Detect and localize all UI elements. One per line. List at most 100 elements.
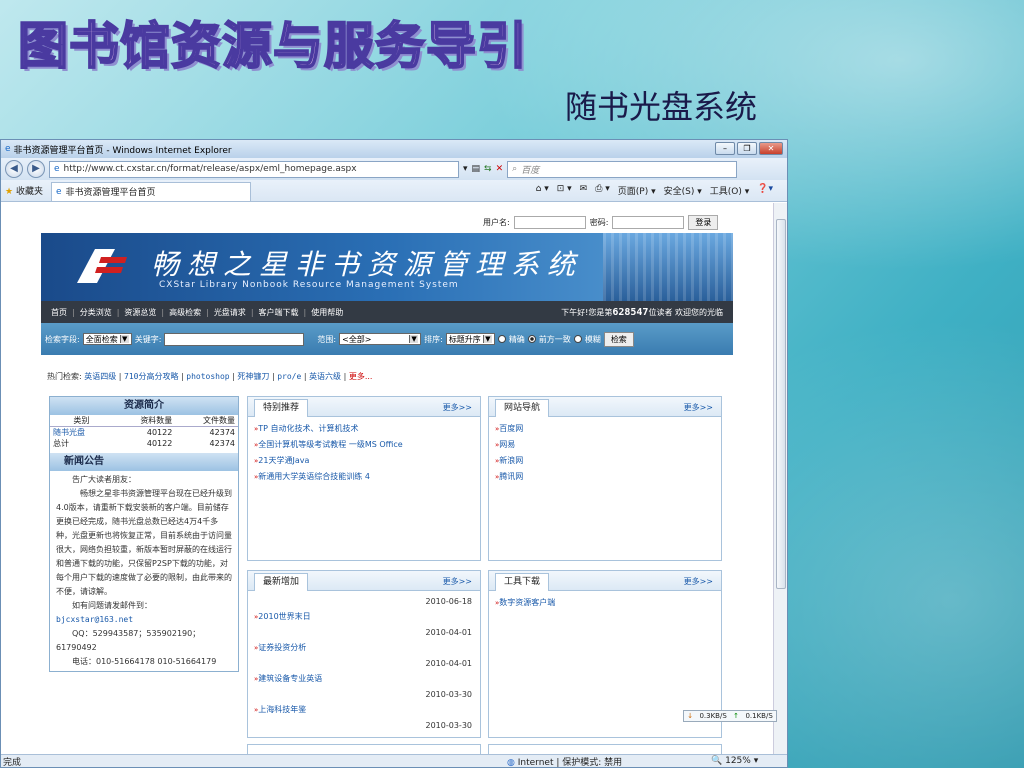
list-item[interactable]: »建筑设备专业英语 (254, 671, 472, 687)
hot-link[interactable]: 710分高分攻略 (124, 372, 178, 381)
nav-help[interactable]: 使用帮助 (311, 307, 343, 318)
list-item[interactable]: »数字资源客户端 (489, 595, 721, 611)
nav-disc-request[interactable]: 光盘请求 (214, 307, 246, 318)
news-title: 新闻公告 (50, 453, 238, 471)
chevron-down-icon: ▼ (409, 335, 419, 343)
hot-link[interactable]: 英语六级 (309, 372, 341, 381)
building-image (603, 233, 733, 301)
login-button[interactable]: 登录 (688, 215, 719, 230)
scope-select[interactable]: <全部> ▼ (339, 333, 422, 345)
browser-window: e 非书资源管理平台首页 - Windows Internet Explorer… (0, 139, 788, 768)
banner-title: 畅想之星非书资源管理系统 (151, 248, 584, 281)
field-select[interactable]: 全面检索 ▼ (82, 333, 132, 345)
table-cell[interactable]: 随书光盘 (50, 427, 113, 439)
zone-label: Internet | 保护模式: 禁用 (517, 757, 623, 768)
news-text: 畅想之星非书资源管理平台现在已经升级到4.0版本，请重新下载安装新的客户端。目前… (56, 489, 232, 596)
tools-menu[interactable]: 工具(O) ▾ (710, 184, 750, 197)
list-item[interactable]: »网易 (489, 437, 721, 453)
page-menu[interactable]: 页面(P) ▾ (618, 184, 656, 197)
page-icon: e (54, 164, 60, 174)
news-contact: 如有问题请发邮件到： (72, 601, 152, 610)
keyword-input[interactable] (164, 332, 305, 346)
restore-button[interactable]: ❐ (737, 142, 757, 155)
favorites-button[interactable]: ★ 收藏夹 (5, 184, 43, 197)
search-icon: ⌕ (512, 164, 518, 174)
tools-tab[interactable]: 工具下载 (495, 573, 550, 591)
news-greeting: 告广大读者朋友： (72, 475, 136, 484)
search-bar: 检索字段: 全面检索 ▼ 关键字: 范围: <全部> ▼ 排序: 标题升序 ▼ 精确 … (41, 323, 733, 355)
back-button[interactable]: ◀ (5, 160, 23, 178)
tab-icon: e (55, 186, 62, 197)
command-bar: ⌂ ▾ ⊡ ▾ ✉ ⎙ ▾ 页面(P) ▾ 安全(S) ▾ 工具(O) ▾ ❓▾ (536, 184, 773, 197)
address-input[interactable]: e http://www.ct.cxstar.cn/format/release… (49, 160, 459, 178)
hot-link[interactable]: photoshop (186, 372, 229, 381)
stop-icon[interactable]: ✕ (496, 164, 504, 174)
tools-more[interactable]: 更多>> (684, 576, 713, 587)
help-icon[interactable]: ❓▾ (757, 184, 773, 197)
close-button[interactable]: ✕ (759, 142, 783, 155)
mail-icon[interactable]: ✉ (580, 184, 588, 197)
news-email[interactable]: bjcxstar@163.net (56, 613, 232, 627)
slide-subtitle: 随书光盘系统 (565, 88, 758, 126)
zoom-control[interactable]: 🔍 125% ▾ (711, 756, 758, 766)
hot-label: 热门检索: (47, 372, 82, 381)
site-banner: 畅想之星非书资源管理系统 CXStar Library Nonbook Reso… (41, 233, 733, 301)
list-item[interactable]: »新浪网 (489, 453, 721, 469)
list-item[interactable]: »上海科技年鉴 (254, 702, 472, 718)
search-input[interactable]: ⌕ 百度 (507, 160, 738, 178)
search-placeholder: 百度 (521, 165, 540, 176)
minimize-button[interactable]: – (715, 142, 735, 155)
radio-fuzzy[interactable] (573, 335, 582, 343)
list-item[interactable]: »百度网 (489, 421, 721, 437)
list-item[interactable]: »证券投资分析 (254, 640, 472, 656)
compat-icon[interactable]: ▤ (472, 164, 481, 174)
hot-link[interactable]: 死神镰刀 (237, 372, 269, 381)
username-input[interactable] (513, 216, 586, 229)
hot-link[interactable]: 英语四级 (84, 372, 116, 381)
home-icon[interactable]: ⌂ ▾ (536, 184, 549, 197)
list-item[interactable]: »全国计算机等级考试教程 一级MS Office (248, 437, 480, 453)
nav-client-download[interactable]: 客户端下载 (259, 307, 299, 318)
browser-tab[interactable]: e 非书资源管理平台首页 (50, 181, 251, 202)
featured-more[interactable]: 更多>> (443, 402, 472, 413)
feeds-icon[interactable]: ⊡ ▾ (557, 184, 572, 197)
scroll-thumb[interactable] (776, 219, 786, 589)
search-button[interactable]: 检索 (603, 331, 634, 347)
upload-speed: 0.1KB/S (745, 712, 773, 720)
vertical-scrollbar[interactable] (773, 203, 787, 756)
nav-category[interactable]: 分类浏览 (80, 307, 112, 318)
nav-overview[interactable]: 资源总览 (124, 307, 156, 318)
zoom-level: 125% (725, 756, 751, 766)
slide-title: 图书馆资源与服务导引 (17, 15, 528, 76)
dropdown-icon[interactable]: ▾ (463, 164, 468, 174)
refresh-icon[interactable]: ⇆ (484, 164, 492, 174)
print-icon[interactable]: ⎙ ▾ (595, 184, 610, 197)
status-text: 完成 (3, 757, 22, 768)
radio-exact[interactable] (497, 335, 506, 343)
nav-home[interactable]: 首页 (51, 307, 67, 318)
greeting-suffix: 位读者 欢迎您的光临 (648, 307, 723, 317)
news-qq: QQ：529943587；535902190；61790492 (56, 629, 201, 652)
sites-more[interactable]: 更多>> (684, 402, 713, 413)
hot-more-link[interactable]: 更多... (349, 372, 373, 381)
latest-more[interactable]: 更多>> (443, 576, 472, 587)
safety-menu[interactable]: 安全(S) ▾ (664, 184, 702, 197)
sites-tab[interactable]: 网站导航 (495, 399, 550, 417)
sort-select[interactable]: 标题升序 ▼ (445, 333, 495, 345)
featured-tab[interactable]: 特别推荐 (254, 399, 309, 417)
list-item[interactable]: »2010世界末日 (254, 609, 472, 625)
password-input[interactable] (612, 216, 685, 229)
list-item[interactable]: »新通用大学英语综合技能训练 4 (248, 469, 480, 485)
forward-button[interactable]: ▶ (27, 160, 45, 178)
nav-advanced-search[interactable]: 高级检索 (169, 307, 201, 318)
list-item[interactable]: »TP 自动化技术、计算机技术 (248, 421, 480, 437)
list-item[interactable]: »腾讯网 (489, 469, 721, 485)
news-body: 告广大读者朋友： 畅想之星非书资源管理平台现在已经升级到4.0版本，请重新下载安… (50, 471, 238, 671)
hot-link[interactable]: pro/e (277, 372, 301, 381)
chevron-down-icon: ▼ (482, 335, 492, 343)
chevron-down-icon: ▼ (119, 335, 129, 343)
radio-prefix[interactable] (527, 335, 536, 343)
list-item[interactable]: »21天学通Java (248, 453, 480, 469)
item-date: 2010-06-18 (425, 597, 473, 606)
latest-tab[interactable]: 最新增加 (254, 573, 309, 591)
